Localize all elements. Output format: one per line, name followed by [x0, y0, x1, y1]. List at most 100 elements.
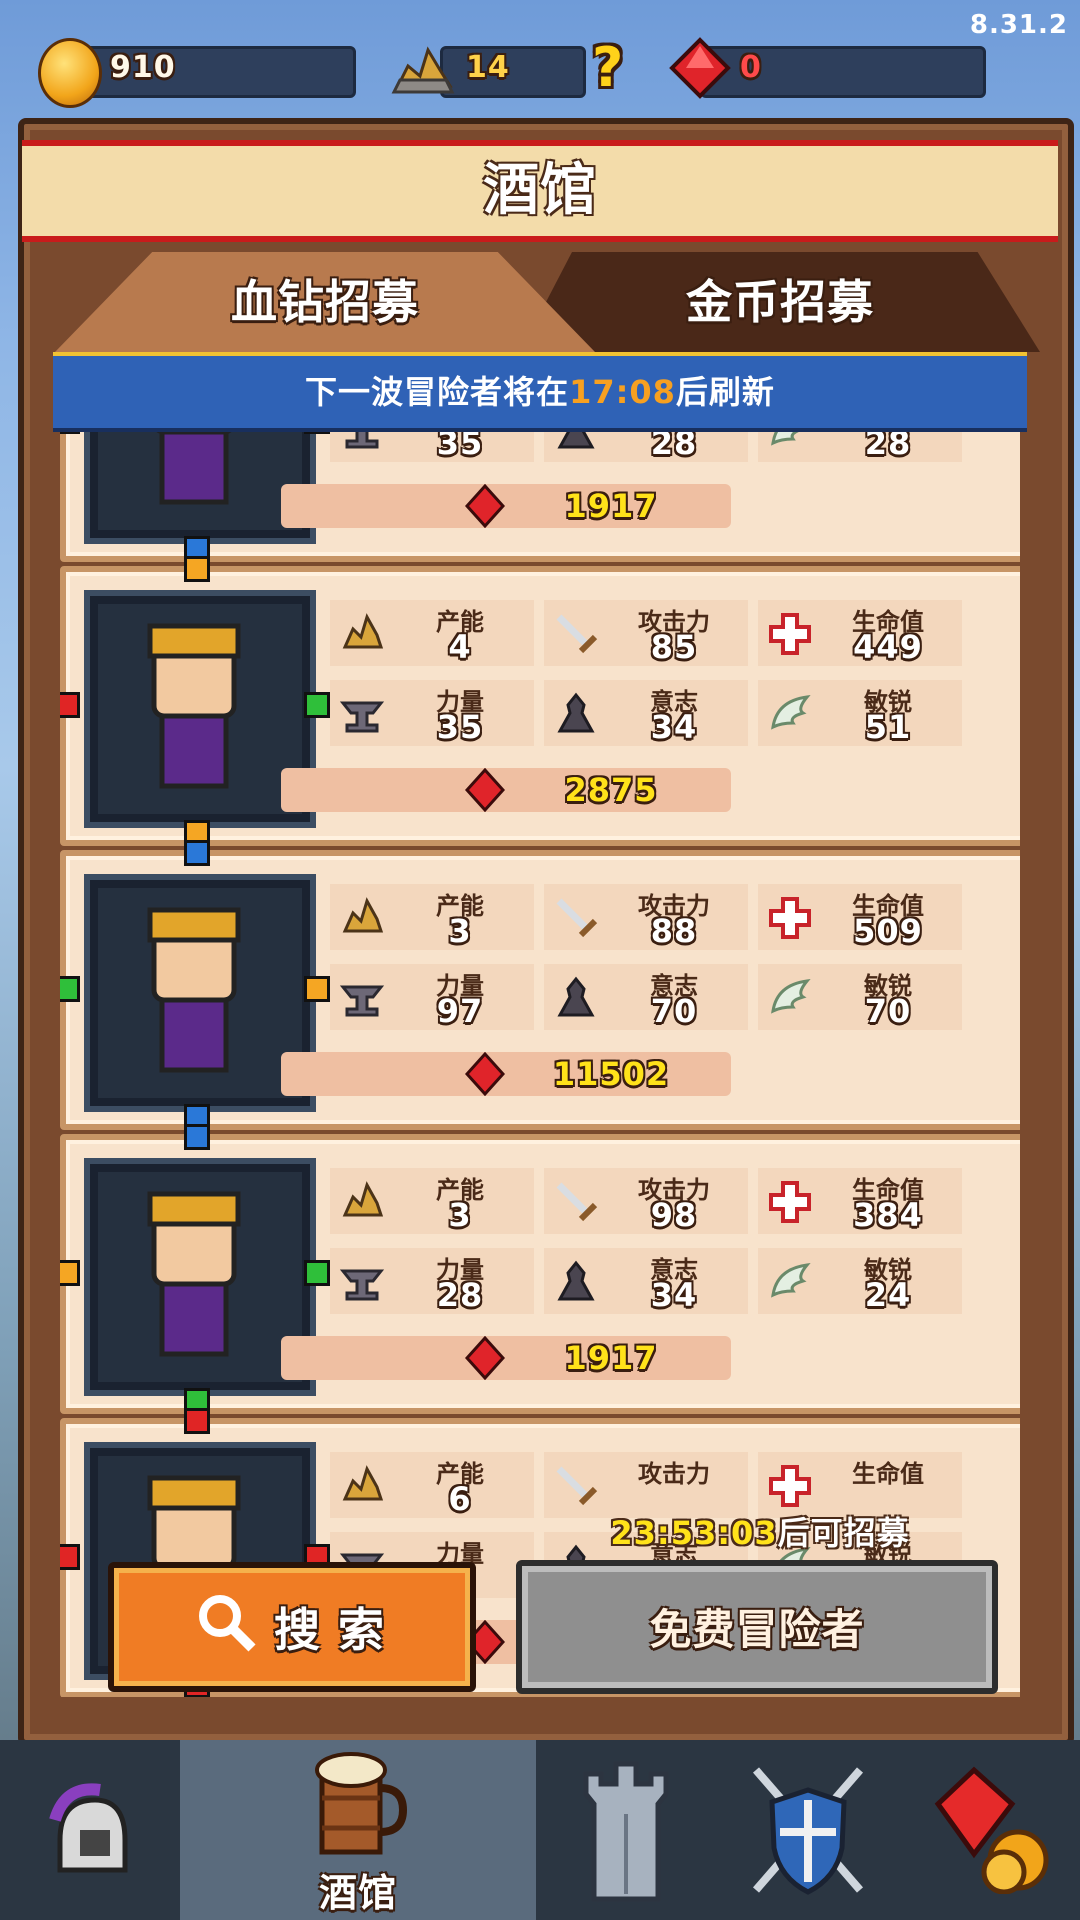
- recruit-price[interactable]: 2875: [281, 768, 731, 812]
- price-value: 11502: [552, 1055, 670, 1093]
- stat-strength: 力量 97: [330, 964, 534, 1030]
- free-adventurer-label: 免费冒险者: [649, 1605, 865, 1654]
- stat-value: 35: [436, 708, 484, 746]
- mystery-currency-icon[interactable]: ?: [592, 36, 624, 99]
- rune-slot-icon: [60, 976, 80, 1002]
- rune-slot-icon: [60, 692, 80, 718]
- rune-slot-icon: [184, 840, 210, 866]
- wing-icon: [764, 432, 816, 454]
- stat-value: 509: [853, 912, 923, 950]
- price-value: 1917: [564, 1339, 658, 1377]
- hero-sprite-icon: [156, 432, 232, 505]
- blood-diamond-icon: [465, 1052, 505, 1096]
- stat-strength: 力量35: [330, 680, 534, 746]
- stat-label: 攻击力: [638, 1460, 710, 1488]
- stat-sharpness: 敏锐28: [758, 432, 962, 462]
- robe-icon: [550, 688, 602, 738]
- stat-attack: 攻击力 85: [544, 600, 748, 666]
- rune-slot-icon: [60, 1544, 80, 1570]
- ore-icon: [336, 892, 388, 942]
- stat-attack: 攻击力 88: [544, 884, 748, 950]
- stat-strength: 力量35: [330, 432, 534, 462]
- stat-value: 4: [448, 628, 472, 666]
- nav-tavern-label: 酒馆: [318, 1871, 397, 1915]
- stat-value: 28: [436, 1276, 484, 1314]
- heroes-helmet-icon: [40, 1780, 140, 1880]
- anvil-icon: [336, 1256, 388, 1306]
- page-title: 酒馆: [483, 158, 597, 223]
- blood-diamond-icon: [465, 484, 505, 528]
- robe-icon: [550, 972, 602, 1022]
- recruit-price[interactable]: 1917: [281, 484, 731, 528]
- shop-gem-icon: [934, 1764, 1054, 1895]
- magnifier-icon: [194, 1590, 258, 1654]
- stat-label: 生命值: [852, 1460, 924, 1488]
- stat-strength: 力量 28: [330, 1248, 534, 1314]
- ore-amount: 14: [466, 50, 510, 85]
- castle-tower-icon: [566, 1754, 686, 1904]
- adventurer-card[interactable]: 产能 3 攻击力 98 生命值 384 力量 28 意志 34 敏锐 24 1917: [60, 1124, 1020, 1414]
- stat-value: 28: [650, 432, 698, 462]
- stat-will: 意志 34: [544, 1248, 748, 1314]
- robe-icon: [550, 432, 602, 454]
- hero-sprite-icon: [147, 907, 241, 1073]
- recruit-price[interactable]: 1917: [281, 1336, 731, 1380]
- sword-icon: [550, 1460, 602, 1510]
- nav-heroes[interactable]: [0, 1740, 184, 1920]
- gold-amount: 910: [110, 50, 176, 85]
- gold-ore-icon: [390, 36, 456, 98]
- cooldown-suffix: 后可招募: [777, 1514, 910, 1552]
- stat-value: 98: [650, 1196, 698, 1234]
- tavern-mug-icon: [308, 1748, 408, 1858]
- stat-productivity: 产能 3: [330, 884, 534, 950]
- refresh-prefix: 下一波冒险者将在: [305, 373, 570, 411]
- anvil-icon: [336, 972, 388, 1022]
- wing-icon: [764, 972, 816, 1022]
- adventurer-card[interactable]: 产能 4 攻击力 85 生命值 449 力量 35 意志 34 敏锐 51 2875: [60, 556, 1020, 846]
- free-cooldown: 23:53:03后可招募: [520, 1508, 1000, 1558]
- stat-will: 意志 34: [544, 680, 748, 746]
- recruit-price[interactable]: 11502: [281, 1052, 731, 1096]
- rune-slot-icon: [304, 1260, 330, 1286]
- tab-gold-recruit[interactable]: 金币招募: [520, 252, 1040, 352]
- stat-value: 97: [436, 992, 484, 1030]
- diamond-amount: 0: [740, 50, 762, 85]
- hero-sprite-icon: [147, 1191, 241, 1357]
- stat-value: 24: [864, 1276, 912, 1314]
- price-value: 1917: [564, 487, 658, 525]
- battle-shield-icon: [746, 1760, 870, 1900]
- stat-sharpness: 敏锐 24: [758, 1248, 962, 1314]
- ore-icon: [336, 1460, 388, 1510]
- stat-productivity: 产能 4: [330, 600, 534, 666]
- bottom-nav: 酒馆: [0, 1740, 1080, 1920]
- stat-value: 51: [864, 708, 912, 746]
- cross-icon: [764, 1176, 816, 1226]
- stat-value: 3: [448, 1196, 472, 1234]
- sword-icon: [550, 608, 602, 658]
- wing-icon: [764, 1256, 816, 1306]
- price-value: 2875: [564, 771, 658, 809]
- nav-battle[interactable]: [718, 1740, 902, 1920]
- cross-icon: [764, 608, 816, 658]
- refresh-notice: 下一波冒险者将在17:08后刷新: [53, 352, 1027, 432]
- cross-icon: [764, 892, 816, 942]
- stat-value: 449: [853, 628, 923, 666]
- adventurer-card[interactable]: 479450力量35意志28敏锐281917: [60, 432, 1020, 562]
- rune-slot-icon: [60, 432, 80, 434]
- nav-tavern[interactable]: 酒馆: [180, 1740, 540, 1920]
- rune-slot-icon: [60, 1260, 80, 1286]
- nav-castle[interactable]: [536, 1740, 722, 1920]
- free-adventurer-button[interactable]: 免费冒险者: [516, 1560, 998, 1694]
- nav-shop[interactable]: [898, 1740, 1080, 1920]
- adventurer-card[interactable]: 产能 3 攻击力 88 生命值 509 力量 97 意志 70 敏锐 70 11502: [60, 840, 1020, 1130]
- stat-hp: 生命值 509: [758, 884, 962, 950]
- blood-diamond-icon: [668, 36, 732, 100]
- ore-pill: [440, 46, 586, 98]
- stat-will: 意志28: [544, 432, 748, 462]
- search-button[interactable]: 搜 索: [108, 1562, 476, 1692]
- stat-will: 意志 70: [544, 964, 748, 1030]
- ore-icon: [336, 1176, 388, 1226]
- stat-productivity: 产能 3: [330, 1168, 534, 1234]
- cooldown-time: 23:53:03: [610, 1514, 778, 1552]
- refresh-time: 17:08: [569, 373, 676, 411]
